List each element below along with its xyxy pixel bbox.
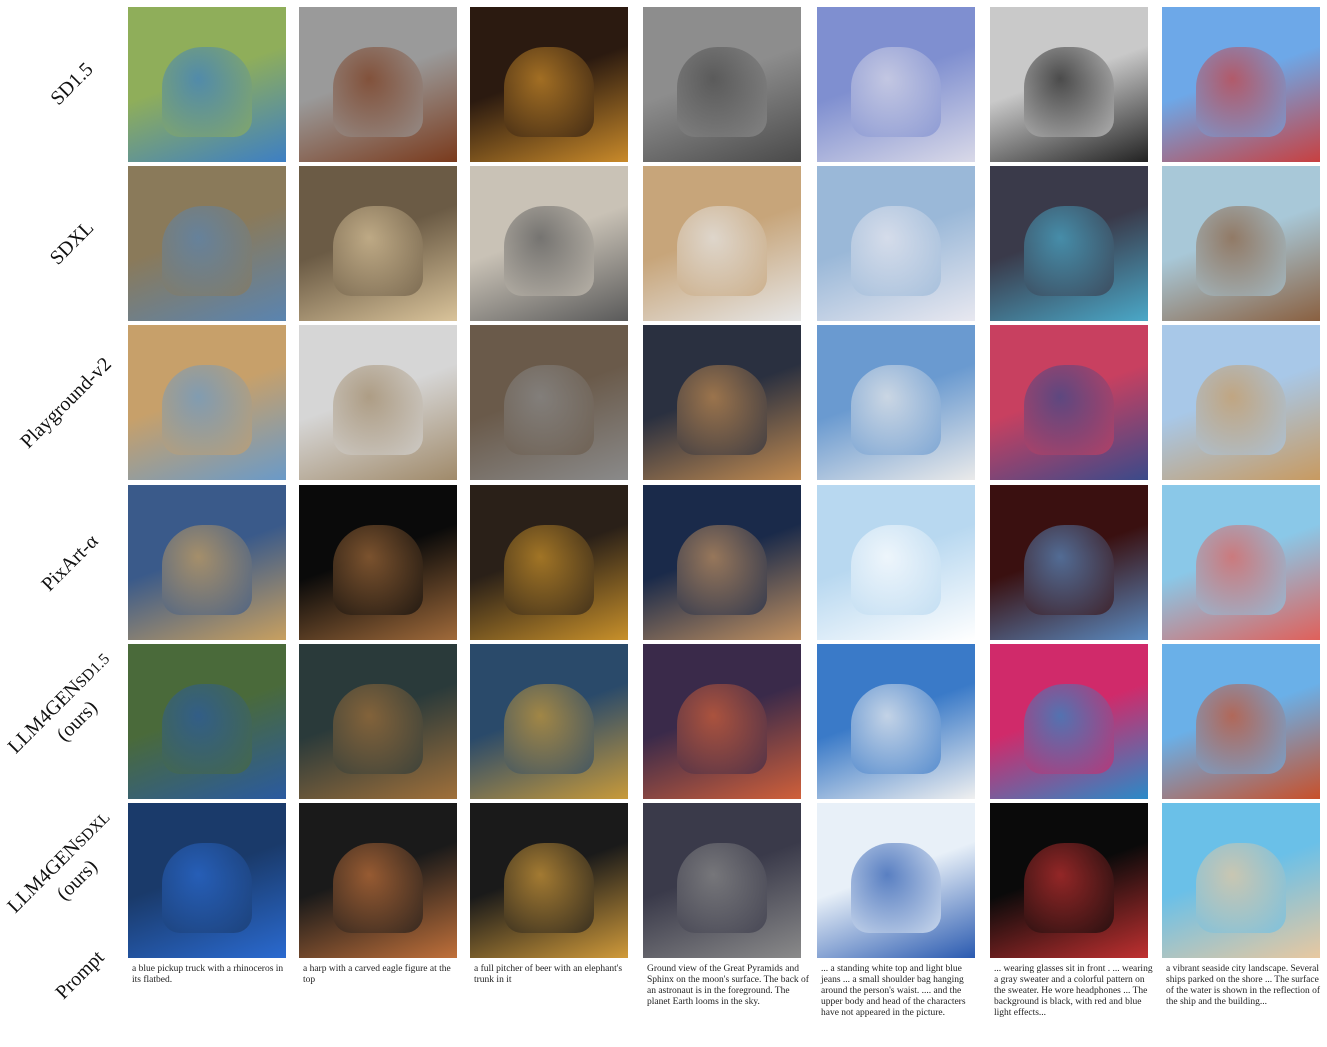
image-tile-pixart-alpha-truck-rhino — [128, 485, 286, 640]
image-subject-shape — [1196, 525, 1286, 615]
image-tile-llm4gen-sdxl-man-headphones — [990, 803, 1148, 958]
image-subject-shape — [851, 365, 941, 455]
image-subject-shape — [504, 684, 594, 774]
image-tile-pixart-alpha-man-headphones — [990, 485, 1148, 640]
image-tile-sdxl-seaside-city — [1162, 166, 1320, 321]
image-tile-llm4gen-sdxl-truck-rhino — [128, 803, 286, 958]
image-tile-sd15-seaside-city — [1162, 7, 1320, 162]
image-tile-playground-v2-harp-eagle — [299, 325, 457, 480]
image-tile-sd15-harp-eagle — [299, 7, 457, 162]
image-subject-shape — [504, 525, 594, 615]
image-tile-llm4gen-sd15-harp-eagle — [299, 644, 457, 799]
image-subject-shape — [1196, 206, 1286, 296]
row-label-sdxl: SDXL — [45, 216, 99, 270]
prompt-text-seaside-city: a vibrant seaside city landscape. Severa… — [1166, 964, 1321, 1007]
image-tile-llm4gen-sd15-beer-elephant — [470, 644, 628, 799]
image-tile-llm4gen-sdxl-woman-bag — [817, 803, 975, 958]
image-tile-playground-v2-pyramids-moon — [643, 325, 801, 480]
image-tile-llm4gen-sdxl-seaside-city — [1162, 803, 1320, 958]
prompt-text-man-headphones: ... wearing glasses sit in front . ... w… — [994, 964, 1153, 1018]
image-tile-playground-v2-woman-bag — [817, 325, 975, 480]
image-subject-shape — [504, 47, 594, 137]
image-tile-llm4gen-sd15-pyramids-moon — [643, 644, 801, 799]
image-tile-llm4gen-sdxl-pyramids-moon — [643, 803, 801, 958]
image-tile-llm4gen-sd15-man-headphones — [990, 644, 1148, 799]
image-subject-shape — [162, 525, 252, 615]
row-label-sd15: SD1.5 — [46, 58, 98, 110]
image-subject-shape — [851, 525, 941, 615]
image-tile-sdxl-truck-rhino — [128, 166, 286, 321]
row-label-playground-v2: Playground-v2 — [16, 353, 116, 453]
image-tile-pixart-alpha-woman-bag — [817, 485, 975, 640]
image-tile-sdxl-beer-elephant — [470, 166, 628, 321]
image-subject-shape — [1024, 365, 1114, 455]
image-tile-pixart-alpha-seaside-city — [1162, 485, 1320, 640]
image-subject-shape — [333, 365, 423, 455]
image-subject-shape — [504, 365, 594, 455]
image-tile-llm4gen-sd15-woman-bag — [817, 644, 975, 799]
image-tile-sd15-truck-rhino — [128, 7, 286, 162]
image-tile-sd15-woman-bag — [817, 7, 975, 162]
image-subject-shape — [162, 365, 252, 455]
row-label-llm4gen-sd15: LLM4GENSD1.5 (ours) — [3, 650, 114, 758]
image-tile-playground-v2-truck-rhino — [128, 325, 286, 480]
image-tile-sd15-man-headphones — [990, 7, 1148, 162]
image-tile-sdxl-man-headphones — [990, 166, 1148, 321]
image-tile-playground-v2-beer-elephant — [470, 325, 628, 480]
image-subject-shape — [333, 525, 423, 615]
image-tile-llm4gen-sd15-truck-rhino — [128, 644, 286, 799]
image-subject-shape — [1024, 684, 1114, 774]
image-tile-pixart-alpha-pyramids-moon — [643, 485, 801, 640]
image-tile-sdxl-harp-eagle — [299, 166, 457, 321]
image-tile-pixart-alpha-harp-eagle — [299, 485, 457, 640]
image-tile-playground-v2-man-headphones — [990, 325, 1148, 480]
image-tile-llm4gen-sdxl-harp-eagle — [299, 803, 457, 958]
image-subject-shape — [851, 206, 941, 296]
image-subject-shape — [162, 206, 252, 296]
prompt-text-beer-elephant: a full pitcher of beer with an elephant'… — [474, 964, 623, 985]
prompt-text-pyramids-moon: Ground view of the Great Pyramids and Sp… — [647, 964, 809, 1007]
image-subject-shape — [504, 206, 594, 296]
image-subject-shape — [333, 684, 423, 774]
image-subject-shape — [1024, 843, 1114, 933]
image-subject-shape — [162, 47, 252, 137]
image-subject-shape — [1196, 843, 1286, 933]
image-tile-pixart-alpha-beer-elephant — [470, 485, 628, 640]
image-subject-shape — [1024, 47, 1114, 137]
image-tile-sd15-pyramids-moon — [643, 7, 801, 162]
image-subject-shape — [504, 843, 594, 933]
image-subject-shape — [1196, 47, 1286, 137]
image-subject-shape — [677, 206, 767, 296]
row-label-pixart-alpha: PixArt-α — [37, 530, 103, 596]
image-subject-shape — [1196, 684, 1286, 774]
image-tile-sdxl-woman-bag — [817, 166, 975, 321]
image-subject-shape — [677, 843, 767, 933]
image-subject-shape — [333, 47, 423, 137]
image-subject-shape — [677, 684, 767, 774]
image-subject-shape — [333, 206, 423, 296]
prompt-text-harp-eagle: a harp with a carved eagle figure at the… — [303, 964, 451, 985]
image-subject-shape — [677, 47, 767, 137]
prompt-text-truck-rhino: a blue pickup truck with a rhinoceros in… — [132, 964, 284, 985]
image-tile-playground-v2-seaside-city — [1162, 325, 1320, 480]
image-subject-shape — [851, 47, 941, 137]
image-subject-shape — [677, 365, 767, 455]
image-tile-sd15-beer-elephant — [470, 7, 628, 162]
image-subject-shape — [162, 684, 252, 774]
image-tile-llm4gen-sdxl-beer-elephant — [470, 803, 628, 958]
image-subject-shape — [1024, 206, 1114, 296]
image-subject-shape — [677, 525, 767, 615]
image-tile-llm4gen-sd15-seaside-city — [1162, 644, 1320, 799]
image-subject-shape — [851, 684, 941, 774]
image-subject-shape — [333, 843, 423, 933]
image-subject-shape — [851, 843, 941, 933]
image-subject-shape — [1024, 525, 1114, 615]
image-subject-shape — [1196, 365, 1286, 455]
image-subject-shape — [162, 843, 252, 933]
image-tile-sdxl-pyramids-moon — [643, 166, 801, 321]
prompt-text-woman-bag: ... a standing white top and light blue … — [821, 964, 966, 1018]
